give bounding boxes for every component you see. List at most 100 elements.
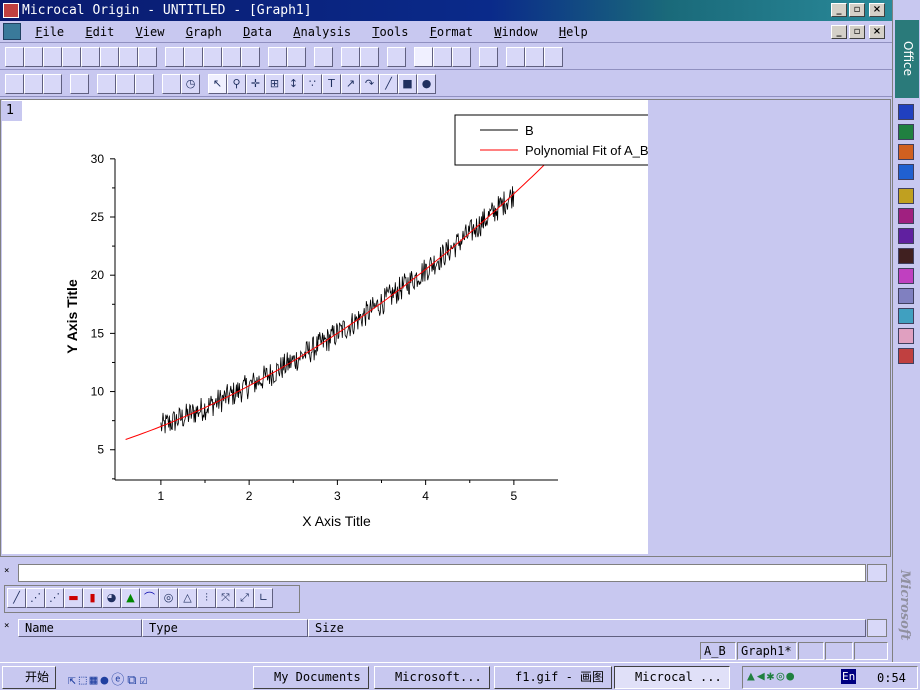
column-header-size[interactable]: Size (308, 619, 866, 637)
explorer-scrollbar[interactable] (867, 619, 887, 637)
close-button[interactable]: × (869, 3, 885, 17)
import-ascii-icon[interactable] (268, 47, 287, 67)
line-plot-icon[interactable]: ╱ (7, 588, 26, 608)
app-icon[interactable] (898, 268, 914, 284)
curved-arrow-icon[interactable]: ↷ (360, 74, 379, 94)
timestamp-icon[interactable]: ◷ (181, 74, 200, 94)
doc-minimize-button[interactable]: _ (831, 25, 847, 39)
add-column-icon[interactable] (479, 47, 498, 67)
pointer-icon[interactable]: ↖ (208, 74, 227, 94)
hi-lo-close-icon[interactable]: ⫶ (197, 588, 216, 608)
new-layout-icon[interactable] (119, 47, 138, 67)
bar-icon[interactable]: ▬ (64, 588, 83, 608)
app-icon[interactable] (898, 248, 914, 264)
task-microcal[interactable]: Microcal ... (614, 666, 730, 689)
document-icon[interactable] (3, 23, 21, 40)
menu-edit[interactable]: Edit (85, 21, 114, 43)
screen-reader-icon[interactable]: ✛ (246, 74, 265, 94)
task-paint[interactable]: f1.gif - 画图 (494, 666, 612, 689)
graph-page[interactable]: 1 2 3 4 5 5 10 15 20 25 30 X Axis Title Y Axis Title… (2, 100, 706, 554)
code-builder-icon[interactable] (452, 47, 471, 67)
app-icon[interactable] (898, 328, 914, 344)
add-layer3-icon[interactable] (135, 74, 154, 94)
arrow-tool-icon[interactable]: ↗ (341, 74, 360, 94)
app-icon[interactable] (898, 228, 914, 244)
script-window-icon[interactable] (433, 47, 452, 67)
data-reader-icon[interactable]: ⊞ (265, 74, 284, 94)
results-log-icon[interactable] (414, 47, 433, 67)
column-icon[interactable]: ▮ (83, 588, 102, 608)
vector-xyam-icon[interactable]: ⤢ (235, 588, 254, 608)
task-my-documents[interactable]: My Documents (253, 666, 369, 689)
data-selector-icon[interactable]: ↕ (284, 74, 303, 94)
scatter-plot-icon[interactable]: ⋰ (26, 588, 45, 608)
save-template-icon[interactable] (241, 47, 260, 67)
polar-icon[interactable]: ◎ (159, 588, 178, 608)
refresh-icon[interactable] (341, 47, 360, 67)
open-icon[interactable] (165, 47, 184, 67)
line-symbol-icon[interactable]: ⋰ (45, 588, 64, 608)
open-template-icon[interactable] (184, 47, 203, 67)
menu-format[interactable]: Format (430, 21, 473, 43)
menu-file[interactable]: File (35, 21, 64, 43)
language-indicator[interactable]: En (841, 669, 857, 684)
restore-button[interactable]: ▫ (849, 3, 865, 17)
menu-help[interactable]: Help (559, 21, 588, 43)
outlook-icon[interactable] (898, 164, 914, 180)
zoom-out-icon[interactable] (24, 74, 43, 94)
whole-page-icon[interactable] (43, 74, 62, 94)
new-excel-icon[interactable] (43, 47, 62, 67)
pie-icon[interactable]: ◕ (102, 588, 121, 608)
open-excel-icon[interactable] (203, 47, 222, 67)
app-icon[interactable] (898, 188, 914, 204)
menu-graph[interactable]: Graph (186, 21, 222, 43)
close-icon[interactable]: × (4, 621, 9, 631)
app-icon[interactable] (898, 348, 914, 364)
vector-icon[interactable]: ⤧ (216, 588, 235, 608)
column-header-type[interactable]: Type (142, 619, 308, 637)
line-tool-icon[interactable]: ╱ (379, 74, 398, 94)
duplicate-icon[interactable] (360, 47, 379, 67)
tray-icons[interactable]: ▲◀✱◎● (747, 669, 796, 684)
zoom-in-icon[interactable] (5, 74, 24, 94)
template-icon[interactable]: ∟ (254, 588, 273, 608)
ternary-icon[interactable]: △ (178, 588, 197, 608)
start-button[interactable]: 开始 (2, 666, 56, 689)
app-icon[interactable] (898, 208, 914, 224)
task-microsoft[interactable]: Microsoft... (374, 666, 490, 689)
chart[interactable]: 1 2 3 4 5 5 10 15 20 25 30 X Axis Title Y Axis Title… (2, 100, 706, 554)
menu-view[interactable]: View (136, 21, 165, 43)
menu-analysis[interactable]: Analysis (293, 21, 351, 43)
rescale-icon[interactable] (70, 74, 89, 94)
office-label[interactable]: Office (895, 20, 919, 98)
paste-icon[interactable] (544, 47, 563, 67)
text-tool-icon[interactable]: T (322, 74, 341, 94)
add-layer2-icon[interactable] (116, 74, 135, 94)
new-notes-icon[interactable] (138, 47, 157, 67)
draw-data-icon[interactable]: ∵ (303, 74, 322, 94)
excel-icon[interactable] (898, 124, 914, 140)
area-icon[interactable]: ▲ (121, 588, 140, 608)
project-explorer-icon[interactable] (387, 47, 406, 67)
menu-data[interactable]: Data (243, 21, 272, 43)
app-icon[interactable] (898, 308, 914, 324)
add-layer-icon[interactable] (97, 74, 116, 94)
column-header-name[interactable]: Name (18, 619, 142, 637)
new-graph-icon[interactable] (62, 47, 81, 67)
powerpoint-icon[interactable] (898, 144, 914, 160)
doc-restore-button[interactable]: ▫ (849, 25, 865, 39)
copy-icon[interactable] (525, 47, 544, 67)
new-project-icon[interactable] (5, 47, 24, 67)
menu-window[interactable]: Window (494, 21, 537, 43)
new-worksheet-icon[interactable] (24, 47, 43, 67)
import-multiple-icon[interactable] (287, 47, 306, 67)
quick-launch-icons[interactable]: ⇱⬚▦●ⓔ⧉☑ (68, 669, 150, 688)
rectangle-tool-icon[interactable]: ■ (398, 74, 417, 94)
command-input[interactable] (18, 564, 866, 582)
fill-area-icon[interactable]: ⌒ (140, 588, 159, 608)
close-icon[interactable]: × (4, 566, 9, 576)
doc-close-button[interactable]: × (869, 25, 885, 39)
print-icon[interactable] (314, 47, 333, 67)
command-scrollbar[interactable] (867, 564, 887, 582)
minimize-button[interactable]: _ (831, 3, 847, 17)
